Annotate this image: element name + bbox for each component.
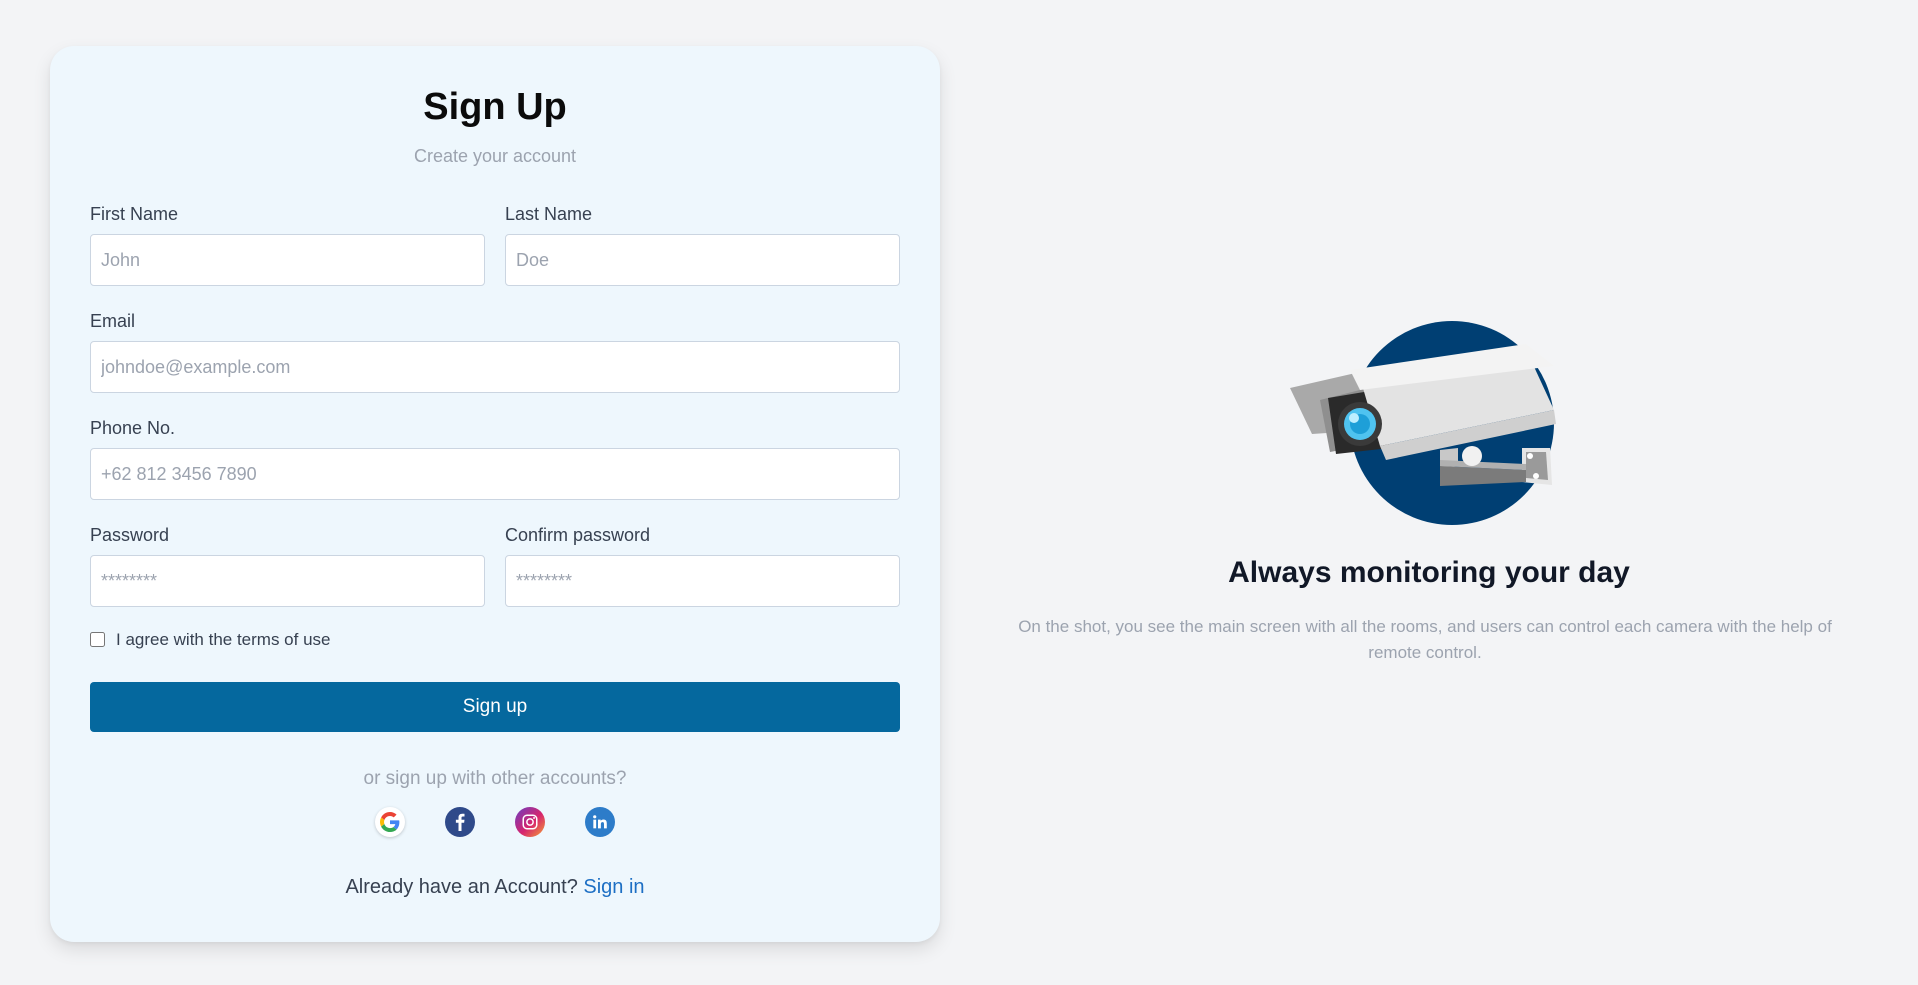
confirm-password-input[interactable] (505, 555, 900, 607)
email-label: Email (90, 311, 136, 331)
sign-up-button[interactable]: Sign up (90, 682, 900, 732)
email-input[interactable] (90, 341, 900, 393)
google-icon[interactable] (375, 807, 405, 837)
last-name-label: Last Name (505, 204, 593, 224)
first-name-label: First Name (90, 204, 179, 224)
promo-title: Always monitoring your day (1228, 556, 1630, 589)
page-subtitle: Create your account (413, 146, 577, 166)
page-title: Sign Up (423, 86, 567, 128)
signup-card: Sign Up Create your account First Name L… (50, 46, 940, 942)
password-input[interactable] (90, 555, 485, 607)
already-text: Already have an Account? (345, 876, 578, 898)
security-camera-illustration (1290, 320, 1560, 530)
instagram-icon[interactable] (515, 807, 545, 837)
other-accounts-text: or sign up with other accounts? (363, 768, 627, 789)
phone-input[interactable] (90, 448, 900, 500)
facebook-icon[interactable] (445, 807, 475, 837)
terms-label: I agree with the terms of use (116, 630, 331, 649)
last-name-input[interactable] (505, 234, 900, 286)
password-label: Password (90, 525, 170, 545)
sign-in-link[interactable]: Sign in (583, 876, 644, 898)
first-name-input[interactable] (90, 234, 485, 286)
social-buttons (50, 807, 940, 837)
confirm-password-label: Confirm password (505, 525, 651, 545)
terms-checkbox[interactable] (90, 632, 105, 647)
linkedin-icon[interactable] (585, 807, 615, 837)
promo-text: On the shot, you see the main screen wit… (1018, 617, 1832, 662)
already-have-account: Already have an Account? Sign in (50, 876, 940, 899)
phone-label: Phone No. (90, 418, 176, 438)
